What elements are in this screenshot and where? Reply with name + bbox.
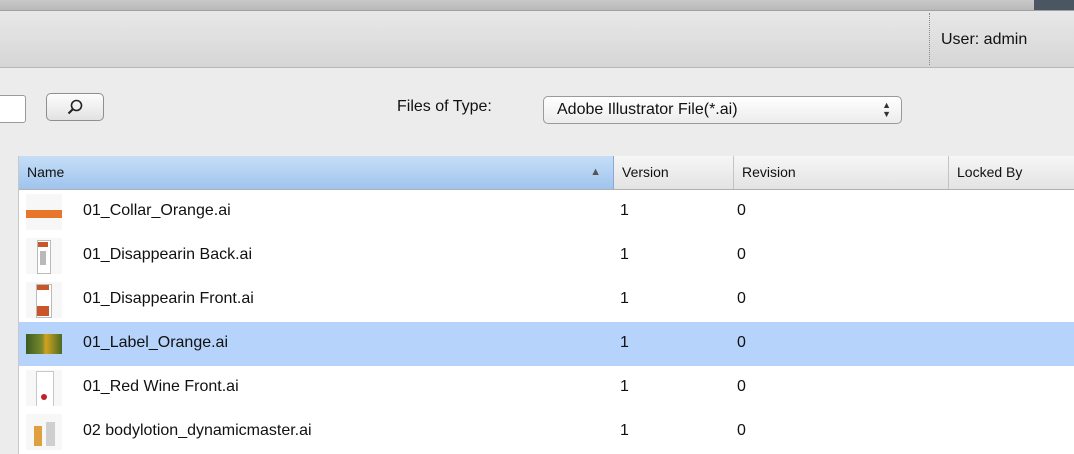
window-top-strip [0, 0, 1074, 11]
file-thumbnail [26, 282, 62, 318]
search-input[interactable] [0, 95, 26, 123]
table-row-selected[interactable]: 01_Label_Orange.ai 1 0 [19, 322, 1074, 366]
file-thumbnail [26, 238, 62, 274]
file-version: 1 [620, 246, 629, 263]
file-name: 01_Disappearin Front.ai [83, 290, 254, 307]
table-header: Name ▲ Version Revision Locked By [19, 156, 1074, 190]
sort-ascending-icon: ▲ [590, 166, 601, 178]
column-header-version[interactable]: Version [614, 156, 734, 189]
file-revision: 0 [737, 334, 746, 351]
file-table: Name ▲ Version Revision Locked By 01_Col… [18, 156, 1074, 454]
file-version: 1 [620, 334, 629, 351]
file-name: 01_Collar_Orange.ai [83, 202, 231, 219]
header-bar: User: admin [0, 11, 1074, 68]
file-thumbnail [26, 326, 62, 362]
updown-arrows-icon: ▲ ▼ [882, 100, 891, 119]
table-row[interactable]: 01_Disappearin Back.ai 1 0 [19, 234, 1074, 278]
magnifier-icon [67, 99, 83, 115]
file-name: 02 bodylotion_dynamicmaster.ai [83, 422, 312, 439]
file-version: 1 [620, 378, 629, 395]
file-version: 1 [620, 290, 629, 307]
file-revision: 0 [737, 290, 746, 307]
table-row[interactable]: 01_Disappearin Front.ai 1 0 [19, 278, 1074, 322]
column-header-locked-by[interactable]: Locked By [949, 156, 1074, 189]
file-revision: 0 [737, 422, 746, 439]
file-revision: 0 [737, 246, 746, 263]
file-name: 01_Red Wine Front.ai [83, 378, 239, 395]
file-name: 01_Disappearin Back.ai [83, 246, 252, 263]
files-of-type-label: Files of Type: [397, 98, 492, 115]
table-row[interactable]: 01_Red Wine Front.ai 1 0 [19, 366, 1074, 410]
file-type-value: Adobe Illustrator File(*.ai) [557, 101, 738, 118]
file-type-select[interactable]: Adobe Illustrator File(*.ai) ▲ ▼ [543, 96, 902, 124]
search-button[interactable] [46, 93, 104, 121]
file-thumbnail [26, 414, 62, 450]
file-thumbnail [26, 370, 62, 406]
toolbar [0, 68, 1074, 153]
header-divider [929, 13, 930, 65]
table-row[interactable]: 02 bodylotion_dynamicmaster.ai 1 0 [19, 410, 1074, 454]
file-version: 1 [620, 422, 629, 439]
window-corner-control [1034, 0, 1074, 10]
file-name: 01_Label_Orange.ai [83, 334, 229, 351]
file-thumbnail [26, 194, 62, 230]
file-version: 1 [620, 202, 629, 219]
column-header-name[interactable]: Name ▲ [19, 156, 614, 189]
column-header-revision[interactable]: Revision [734, 156, 949, 189]
table-row[interactable]: 01_Collar_Orange.ai 1 0 [19, 190, 1074, 234]
user-label: User: admin [941, 31, 1028, 48]
column-header-name-label: Name [27, 164, 65, 180]
file-revision: 0 [737, 202, 746, 219]
file-revision: 0 [737, 378, 746, 395]
